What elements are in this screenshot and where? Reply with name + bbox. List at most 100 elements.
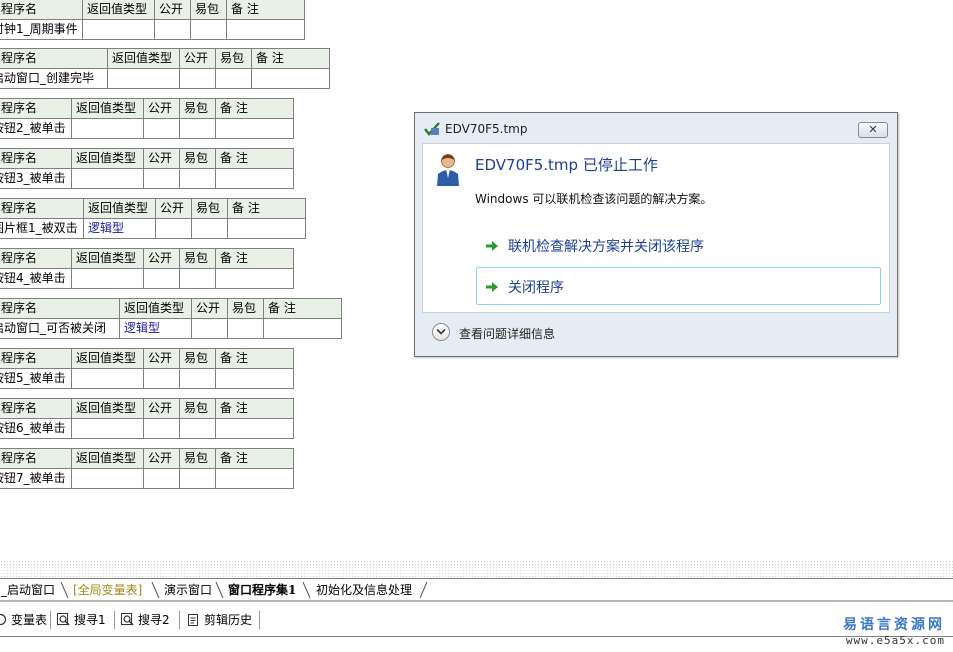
return-type-cell[interactable] [82,19,155,40]
return-type-cell[interactable]: 逻辑型 [119,318,192,339]
header-note: 备 注 [251,48,330,69]
return-type-cell[interactable]: 逻辑型 [83,218,156,239]
public-cell[interactable] [143,368,180,389]
easy-pack-cell[interactable] [227,318,264,339]
easy-pack-cell[interactable] [179,368,216,389]
public-cell[interactable] [143,118,180,139]
return-type-cell[interactable] [71,418,144,439]
green-arrow-icon [486,282,498,292]
view-details-link[interactable]: 查看问题详细信息 [459,325,555,342]
subroutine-name-cell[interactable]: 启动窗口_创建完毕 [0,68,108,89]
tab-global-variables[interactable]: [全局变量表] [73,581,142,599]
header-easy-pack: 易包 [179,98,216,119]
toolbar-divider [114,611,115,629]
note-cell[interactable] [215,118,294,139]
tab-init-and-message[interactable]: 初始化及信息处理 [316,581,412,599]
dialog-title-bar[interactable]: EDV70F5.tmp ✕ [415,113,897,143]
header-note: 备 注 [215,448,294,469]
return-type-cell[interactable] [71,468,144,489]
easy-pack-cell[interactable] [179,468,216,489]
header-public: 公开 [143,98,180,119]
subroutine-table: 程序名 返回值类型 公开 易包备 注图片框1_被双击 逻辑型 [0,198,306,239]
public-cell[interactable] [143,418,180,439]
toolbar-variable-table[interactable]: 变量表 [0,610,47,630]
toolbar-search-1[interactable]: 搜寻1 [57,610,106,630]
tab-window-assembly-1[interactable]: 窗口程序集1 [228,581,296,599]
public-cell[interactable] [179,68,216,89]
tab-bar: _启动窗口 [全局变量表] 演示窗口 窗口程序集1 初始化及信息处理 [0,578,953,601]
header-easy-pack: 易包 [179,148,216,169]
subroutine-name-cell[interactable]: 按钮2_被单击 [0,118,72,139]
toolbar-search-2[interactable]: 搜寻2 [121,610,170,630]
tab-separator [215,581,224,599]
easy-pack-cell[interactable] [215,68,252,89]
note-cell[interactable] [215,168,294,189]
public-cell[interactable] [191,318,228,339]
subroutine-table: 程序名返回值类型公开易包备 注按钮4_被单击 [0,248,294,289]
tab-startup-window[interactable]: _启动窗口 [1,581,55,599]
public-cell[interactable] [154,19,191,40]
note-cell[interactable] [215,418,294,439]
toolbar-divider [179,611,180,629]
easy-pack-cell[interactable] [190,19,227,40]
note-cell[interactable] [227,218,306,239]
header-note: 备 注 [215,148,294,169]
check-online-option[interactable]: 联机检查解决方案并关闭该程序 [476,226,881,264]
subroutine-table: 程序名 返回值类型 公开 易包备 注时钟1_周期事件 [0,0,305,40]
easy-pack-cell[interactable] [179,168,216,189]
header-public: 公开 [143,448,180,469]
public-cell[interactable] [143,168,180,189]
subroutine-name-cell[interactable]: 图片框1_被双击 [0,218,84,239]
easy-pack-cell[interactable] [179,418,216,439]
toolbar-clip-history[interactable]: 剪辑历史 [187,610,252,630]
subroutine-table: 程序名返回值类型公开易包备 注按钮6_被单击 [0,398,294,439]
tab-demo-window[interactable]: 演示窗口 [164,581,212,599]
subroutine-name-cell[interactable]: 按钮5_被单击 [0,368,72,389]
note-cell[interactable] [215,468,294,489]
subroutine-name-cell[interactable]: 按钮4_被单击 [0,268,72,289]
note-cell[interactable] [251,68,330,89]
header-name: 程序名 [0,248,72,269]
public-cell[interactable] [155,218,192,239]
subroutine-name-cell[interactable]: 启动窗口_可否被关闭 [0,318,120,339]
header-return-type: 返回值类型 [71,398,144,419]
easy-pack-cell[interactable] [191,218,228,239]
dialog-body: EDV70F5.tmp 已停止工作 Windows 可以联机检查该问题的解决方案… [422,143,890,313]
subroutine-name-cell[interactable]: 按钮3_被单击 [0,168,72,189]
return-type-cell[interactable] [71,368,144,389]
close-program-option[interactable]: 关闭程序 [476,267,881,305]
tab-label: _启动窗口 [1,583,56,597]
subroutine-table: 程序名 返回值类型 公开 易包备 注启动窗口_可否被关闭 逻辑型 [0,298,342,339]
return-type-cell[interactable] [71,168,144,189]
search-icon [57,613,70,626]
note-cell[interactable] [215,368,294,389]
subroutine-name-cell[interactable]: 按钮7_被单击 [0,468,72,489]
close-button[interactable]: ✕ [858,122,888,138]
return-type-cell[interactable] [71,118,144,139]
easy-pack-cell[interactable] [179,118,216,139]
return-type-cell[interactable] [71,268,144,289]
check-online-label: 联机检查解决方案并关闭该程序 [508,239,704,255]
expand-details-button[interactable] [432,323,450,341]
header-easy-pack: 易包 [190,0,227,20]
note-cell[interactable] [215,268,294,289]
watermark-url: www.e5a5x.com [845,634,945,647]
note-cell[interactable] [263,318,342,339]
note-cell[interactable] [226,19,305,40]
public-cell[interactable] [143,468,180,489]
header-public: 公开 [143,398,180,419]
header-easy-pack: 易包 [179,448,216,469]
header-note: 备 注 [215,248,294,269]
header-return-type: 返回值类型 [119,298,192,319]
easy-pack-cell[interactable] [179,268,216,289]
return-type-cell[interactable] [107,68,180,89]
bottom-toolbar: 变量表 搜寻1 搜寻2 剪辑历史 [0,604,953,636]
tab-bar-border [0,600,953,602]
status-border [0,636,953,637]
header-note: 备 注 [215,98,294,119]
subroutine-table: 程序名返回值类型公开易包备 注按钮7_被单击 [0,448,294,489]
subroutine-name-cell[interactable]: 按钮6_被单击 [0,418,72,439]
header-easy-pack: 易包 [179,398,216,419]
subroutine-name-cell[interactable]: 时钟1_周期事件 [0,19,83,40]
public-cell[interactable] [143,268,180,289]
